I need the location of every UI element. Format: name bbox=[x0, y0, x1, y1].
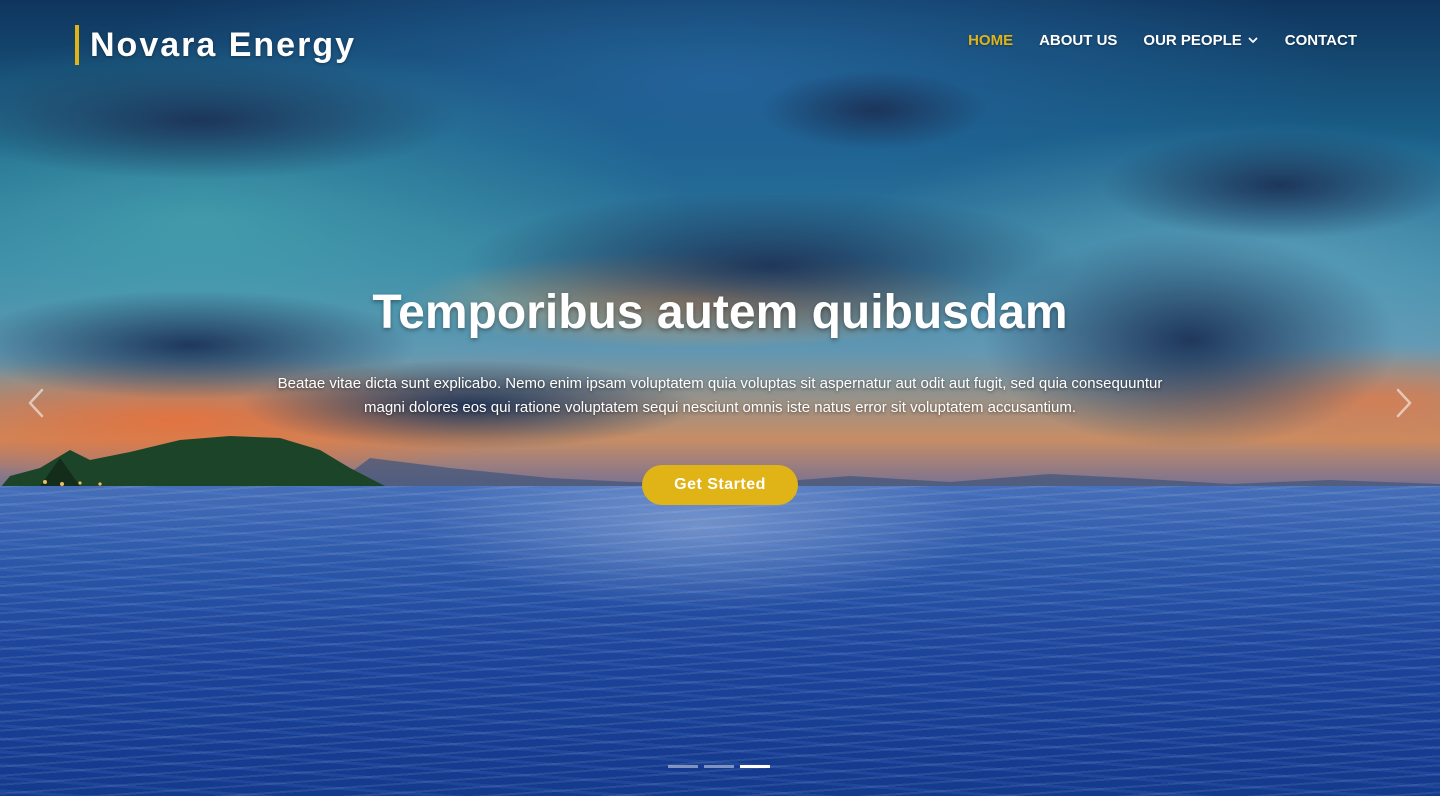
hero-description: Beatae vitae dicta sunt explicabo. Nemo … bbox=[277, 375, 1163, 416]
nav-item-our-people[interactable]: OUR PEOPLE bbox=[1143, 32, 1258, 49]
chevron-down-icon bbox=[1248, 37, 1258, 43]
hero-title: Temporibus autem quibusdam bbox=[372, 286, 1068, 339]
carousel-next-button[interactable] bbox=[1392, 386, 1416, 420]
nav-item-label: HOME bbox=[968, 31, 1014, 49]
nav-item-label: OUR PEOPLE bbox=[1143, 31, 1242, 49]
site-header: Novara Energy HOME ABOUT US OUR PEOPLE C… bbox=[0, 0, 1440, 90]
get-started-button[interactable]: Get Started bbox=[642, 465, 798, 505]
nav-item-about-us[interactable]: ABOUT US bbox=[1039, 32, 1117, 49]
carousel-indicator-2[interactable] bbox=[704, 765, 734, 768]
nav-item-label: ABOUT US bbox=[1039, 31, 1118, 49]
carousel-indicators bbox=[668, 765, 770, 768]
hero-content: Temporibus autem quibusdam Beatae vitae … bbox=[270, 282, 1170, 505]
chevron-left-icon bbox=[28, 388, 44, 418]
brand-name: Novara Energy bbox=[90, 25, 356, 64]
carousel-indicator-1[interactable] bbox=[668, 765, 698, 768]
chevron-right-icon bbox=[1396, 388, 1412, 418]
carousel-indicator-3[interactable] bbox=[740, 765, 770, 768]
carousel-prev-button[interactable] bbox=[24, 386, 48, 420]
main-nav: HOME ABOUT US OUR PEOPLE CONTACT bbox=[968, 30, 1357, 50]
nav-item-home[interactable]: HOME bbox=[968, 32, 1013, 49]
nav-item-label: CONTACT bbox=[1284, 31, 1357, 49]
nav-item-contact[interactable]: CONTACT bbox=[1285, 32, 1357, 49]
hero-section: Novara Energy HOME ABOUT US OUR PEOPLE C… bbox=[0, 0, 1440, 796]
brand-logo[interactable]: Novara Energy bbox=[75, 25, 356, 65]
